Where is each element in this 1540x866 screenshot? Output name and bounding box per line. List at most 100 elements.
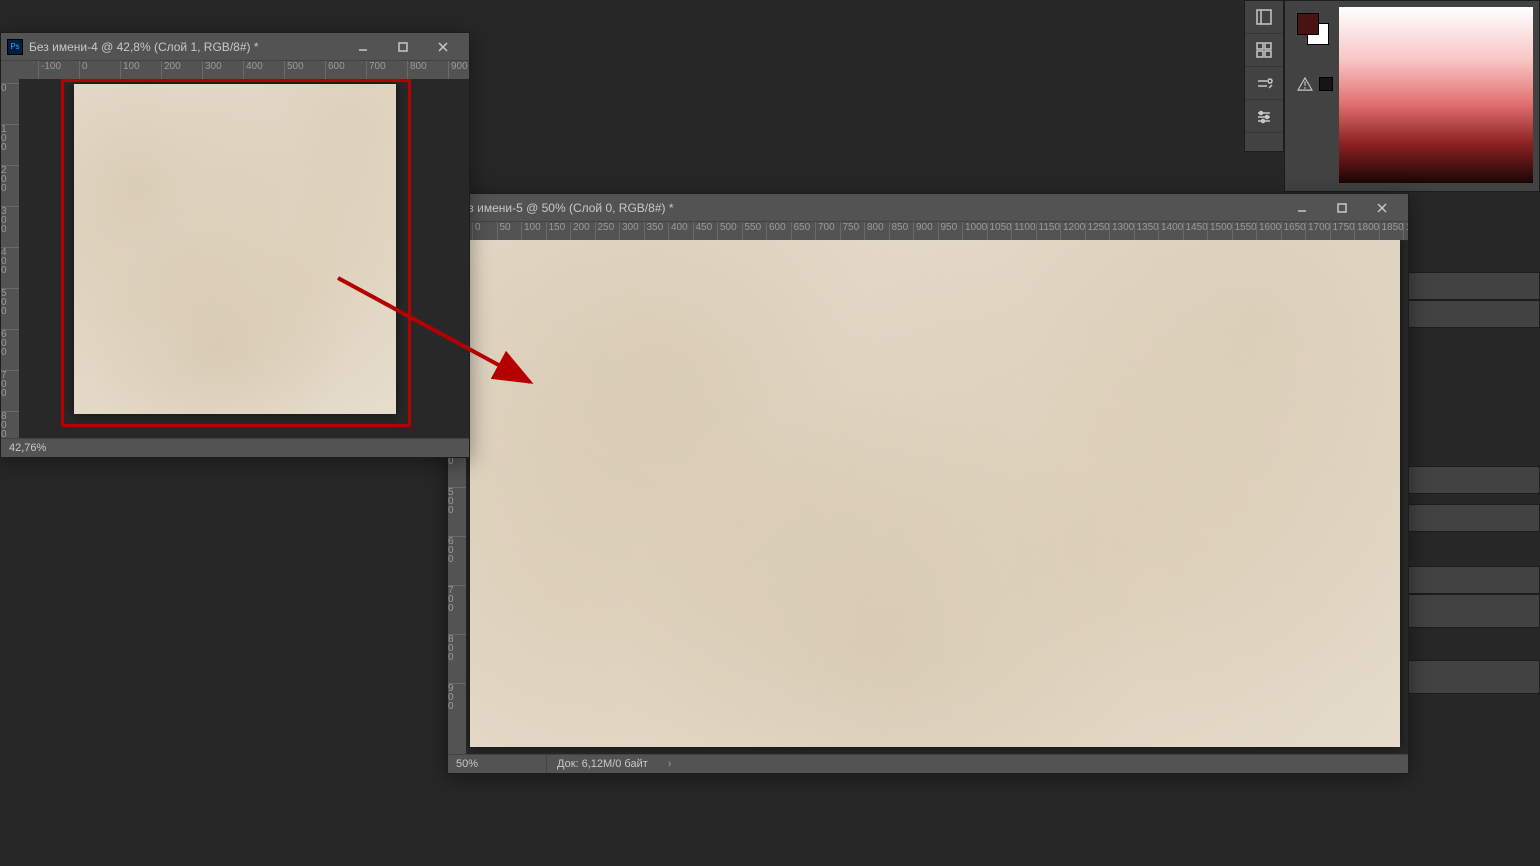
ruler-tick: 8 0 0 <box>1 411 19 439</box>
window-2-title: Без имени-5 @ 50% (Слой 0, RGB/8#) * <box>454 201 1282 215</box>
ruler-tick: 6 0 0 <box>448 536 466 564</box>
ruler-tick: 7 0 0 <box>1 370 19 398</box>
ruler-tick: 1450 <box>1183 222 1208 240</box>
zoom-level-1[interactable]: 42,76% <box>1 439 99 457</box>
ruler-tick: 950 <box>938 222 958 240</box>
ruler-tick: 50 <box>497 222 511 240</box>
ruler-tick: 700 <box>366 61 386 79</box>
ruler-tick: -100 <box>38 61 61 79</box>
horizontal-ruler-1[interactable]: -100 0 100 200 300 400 500 600 700 800 900 <box>19 61 469 80</box>
ruler-tick: 500 <box>284 61 304 79</box>
ruler-tick: 300 <box>619 222 639 240</box>
ruler-tick: 5 0 0 <box>1 288 19 316</box>
ruler-tick: 1700 <box>1305 222 1330 240</box>
ruler-tick: 400 <box>668 222 688 240</box>
foreground-color-swatch[interactable] <box>1297 13 1319 35</box>
adjustments-icon[interactable] <box>1245 100 1283 133</box>
ruler-tick: 600 <box>325 61 345 79</box>
ruler-tick: 8 0 0 <box>448 634 466 662</box>
ruler-tick: 200 <box>570 222 590 240</box>
ruler-tick: 450 <box>693 222 713 240</box>
ruler-tick: 100 <box>120 61 140 79</box>
titlebar-1[interactable]: Без имени-4 @ 42,8% (Слой 1, RGB/8#) * <box>1 33 469 61</box>
canvas-2[interactable] <box>470 240 1400 747</box>
ruler-tick: 1400 <box>1158 222 1183 240</box>
expand-panel-icon[interactable] <box>1245 1 1283 34</box>
ruler-tick: 9 0 0 <box>448 683 466 711</box>
ruler-tick: 800 <box>407 61 427 79</box>
ruler-tick: 1250 <box>1085 222 1110 240</box>
ruler-tick: 1800 <box>1354 222 1379 240</box>
ruler-tick: 2 0 0 <box>1 165 19 193</box>
titlebar-2[interactable]: Без имени-5 @ 50% (Слой 0, RGB/8#) * <box>448 194 1408 222</box>
ruler-tick: 400 <box>243 61 263 79</box>
swatches-icon[interactable] <box>1245 34 1283 67</box>
ruler-tick: 300 <box>202 61 222 79</box>
statusbar-1: 42,76% <box>1 438 469 457</box>
status-more-arrow[interactable]: › <box>658 758 682 770</box>
canvas-area-1[interactable] <box>19 79 469 439</box>
ruler-tick: 600 <box>766 222 786 240</box>
ruler-tick: 1200 <box>1060 222 1085 240</box>
ruler-tick: 900 <box>913 222 933 240</box>
ruler-tick: 350 <box>644 222 664 240</box>
close-button[interactable] <box>1362 198 1402 218</box>
statusbar-2: 50% Док: 6,12M/0 байт › <box>448 754 1408 773</box>
ruler-tick: 1 0 0 <box>1 124 19 152</box>
maximize-button[interactable] <box>1322 198 1362 218</box>
vertical-ruler-1[interactable]: 0 1 0 0 2 0 0 3 0 0 4 0 0 5 0 0 6 0 0 7 0 0 8 0 … <box>1 79 20 439</box>
minimize-button[interactable] <box>343 37 383 57</box>
ruler-tick: 1300 <box>1109 222 1134 240</box>
ruler-tick: 7 0 0 <box>448 585 466 613</box>
ruler-tick: 0 <box>79 61 88 79</box>
ruler-tick: 1150 <box>1036 222 1061 240</box>
ruler-tick: 1500 <box>1207 222 1232 240</box>
canvas-1[interactable] <box>74 84 396 414</box>
gamut-warning[interactable] <box>1297 77 1333 91</box>
ruler-tick: 800 <box>864 222 884 240</box>
ruler-tick: 1050 <box>987 222 1012 240</box>
ruler-tick: 4 0 0 <box>1 247 19 275</box>
maximize-button[interactable] <box>383 37 423 57</box>
brush-settings-icon[interactable] <box>1245 67 1283 100</box>
ruler-tick: 100 <box>521 222 541 240</box>
horizontal-ruler-2[interactable]: 0501001502002503003504004505005506006507… <box>466 222 1408 241</box>
ruler-tick: 250 <box>595 222 615 240</box>
photoshop-app-icon <box>7 39 23 55</box>
ruler-tick: 200 <box>161 61 181 79</box>
ruler-tick: 1550 <box>1232 222 1257 240</box>
document-window-2: Без имени-5 @ 50% (Слой 0, RGB/8#) * 0 50… <box>447 193 1409 774</box>
minimize-button[interactable] <box>1282 198 1322 218</box>
ruler-tick: 1000 <box>962 222 987 240</box>
ruler-tick: 750 <box>840 222 860 240</box>
icon-dock <box>1244 0 1284 152</box>
ruler-tick: 850 <box>889 222 909 240</box>
window-1-title: Без имени-4 @ 42,8% (Слой 1, RGB/8#) * <box>29 40 343 54</box>
ruler-tick: 900 <box>448 61 468 79</box>
canvas-area-2[interactable] <box>466 240 1408 755</box>
ruler-tick: 500 <box>717 222 737 240</box>
ruler-tick: 700 <box>815 222 835 240</box>
document-window-1: Без имени-4 @ 42,8% (Слой 1, RGB/8#) * -… <box>0 32 470 458</box>
ruler-tick: 6 0 0 <box>1 329 19 357</box>
ruler-tick: 550 <box>742 222 762 240</box>
gamut-warning-swatch[interactable] <box>1319 77 1333 91</box>
ruler-tick: 1650 <box>1281 222 1306 240</box>
ruler-tick: 0 <box>1 83 19 93</box>
ruler-tick: 1850 <box>1379 222 1404 240</box>
ruler-tick: 5 0 0 <box>448 487 466 515</box>
ruler-tick: 0 <box>472 222 481 240</box>
color-picker-gradient[interactable] <box>1339 7 1533 183</box>
ruler-tick: 1900 <box>1403 222 1408 240</box>
color-panel <box>1284 0 1540 192</box>
ruler-tick: 3 0 0 <box>1 206 19 234</box>
color-swatch-pair[interactable] <box>1297 13 1325 41</box>
ruler-tick: 650 <box>791 222 811 240</box>
close-button[interactable] <box>423 37 463 57</box>
doc-size-info[interactable]: Док: 6,12M/0 байт <box>547 758 658 770</box>
zoom-level-2[interactable]: 50% <box>448 755 547 773</box>
ruler-tick: 1100 <box>1011 222 1036 240</box>
ruler-tick: 150 <box>546 222 566 240</box>
ruler-tick: 1750 <box>1330 222 1355 240</box>
ruler-tick: 1600 <box>1256 222 1281 240</box>
